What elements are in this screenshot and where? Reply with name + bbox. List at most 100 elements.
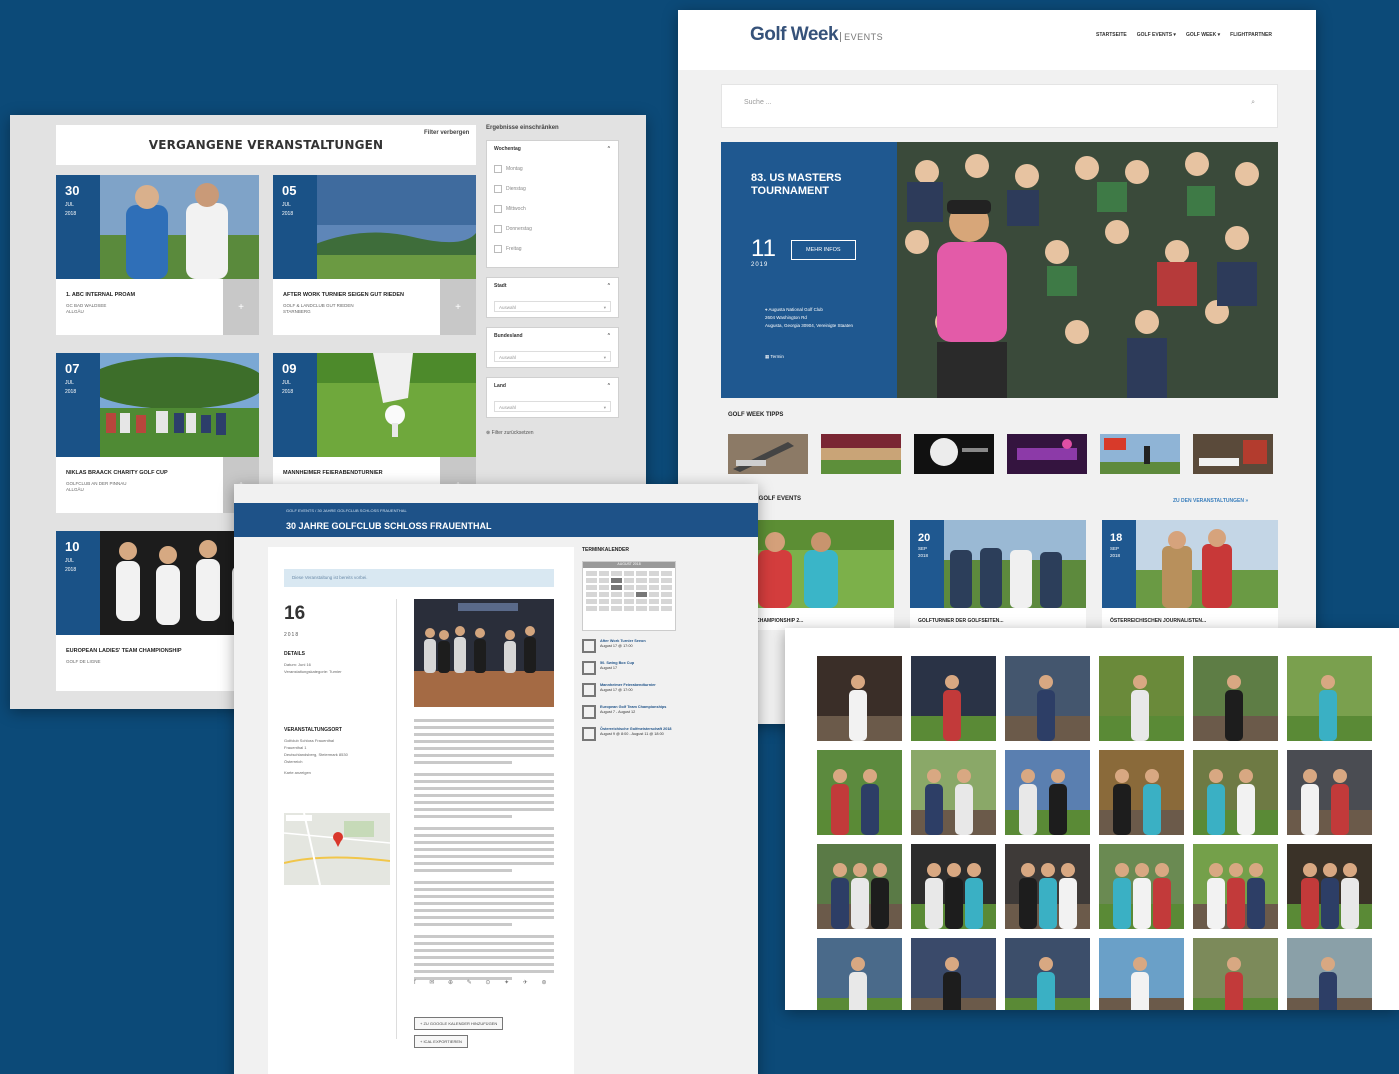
gallery-photo[interactable] [1099,750,1184,835]
upcoming-title: After Work Turnier Seeon [600,639,646,643]
tip-thumbnail[interactable] [1007,434,1087,474]
event-title[interactable]: 1. ABC INTERNAL PROAM [66,291,216,299]
hide-filter-link[interactable]: Filter verbergen [424,130,469,136]
tip-thumbnail[interactable] [1100,434,1180,474]
gallery-photo[interactable] [1005,938,1090,1010]
gallery-photo[interactable] [911,656,996,741]
all-events-link[interactable]: ZU DEN VERANSTALTUNGEN » [1173,498,1248,504]
event-title[interactable]: GOLFTURNIER DER GOLFSEITEN... [918,618,1004,624]
reset-filter-link[interactable]: ⊗ Filter zurücksetzen [486,430,619,436]
event-title[interactable]: EUROPEAN LADIES' TEAM CHAMPIONSHIP [66,647,216,655]
event-year: 2018 [1110,553,1121,558]
country-select[interactable]: Auswahl ▾ [494,401,611,412]
gallery-photo[interactable] [911,750,996,835]
gallery-photo[interactable] [1193,656,1278,741]
tip-thumbnail[interactable] [728,434,808,474]
hero-calendar-label: Termin [770,354,784,359]
gallery-photo[interactable] [911,938,996,1010]
gallery-photo[interactable] [911,844,996,929]
weekday-option[interactable]: Freitag [494,245,611,253]
chevron-up-icon[interactable]: ⌃ [607,146,611,152]
share-icons[interactable]: f ✉ ⊕ ✎ ⊙ ✦ ✈ ⊛ [414,979,553,986]
state-select[interactable]: Auswahl ▾ [494,351,611,362]
gallery-photo[interactable] [817,656,902,741]
breadcrumb[interactable]: GOLF EVENTS / 30 JAHRE GOLFCLUB SCHLOSS … [286,508,407,513]
venue-map[interactable] [284,813,390,885]
event-detail-main: Diese Veranstaltung ist bereits vorbei. … [268,547,574,1074]
ical-export-button[interactable]: + ICAL EXPORTIEREN [414,1035,468,1048]
event-card[interactable]: 18 SEP 2018 ÖSTERREICHISCHEN JOURNALISTEN.… [1102,520,1278,630]
weekday-option[interactable]: Montag [494,165,611,173]
plus-icon[interactable]: + [440,279,476,335]
search-icon[interactable]: ⌕ [1251,99,1255,113]
calendar-days[interactable] [583,568,675,614]
google-calendar-button[interactable]: + ZU GOOGLE KALENDER HINZUFÜGEN [414,1017,504,1030]
more-info-button[interactable]: MEHR INFOS [791,240,856,260]
gallery-photo[interactable] [1099,844,1184,929]
gallery-photo[interactable] [817,750,902,835]
event-photo[interactable] [414,599,554,707]
show-map-link[interactable]: Karte anzeigen [284,769,390,776]
upcoming-date: August 9 @ 8:00 - August 11 @ 18:00 [600,732,664,736]
event-card[interactable]: 05 JUL 2018 AFTER WORK TURNIER SEIGEN GU… [273,175,476,335]
upcoming-event[interactable]: Mannheimer Feierabendturnier August 17 @ … [582,683,676,697]
upcoming-title: Österreichische Golfmeisterschaft 2018 [600,727,672,731]
upcoming-event[interactable]: European Golf Team Championships August 7… [582,705,676,719]
weekday-label: Wochentag [494,146,521,152]
gallery-photo[interactable] [817,938,902,1010]
nav-item-home[interactable]: STARTSEITE [1096,32,1127,38]
filter-sidebar: Ergebnisse einschränken Wochentag ⌃ Monta… [486,125,619,436]
event-card[interactable]: 10 JUL 2018 EUROPEAN LADIES' TEAM CHAMPI… [56,531,259,691]
hero-banner[interactable]: 83. US MASTERS TOURNAMENT 11 2019 MEHR I… [721,142,1278,398]
gallery-photo[interactable] [1193,938,1278,1010]
tip-thumbnail[interactable] [1193,434,1273,474]
tip-thumbnail[interactable] [821,434,901,474]
event-card[interactable]: 07 JUL 2018 NIKLAS BRAACK CHARITY GOLF C… [56,353,259,513]
gallery-photo[interactable] [1005,750,1090,835]
event-day: 16 [284,603,306,624]
weekday-option[interactable]: Donnerstag [494,225,611,233]
weekday-option[interactable]: Mittwoch [494,205,611,213]
gallery-photo[interactable] [817,844,902,929]
nav-item-golf-week[interactable]: GOLF WEEK ▾ [1186,32,1220,38]
nav-item-golf-events[interactable]: GOLF EVENTS ▾ [1137,32,1176,38]
chevron-up-icon[interactable]: ⌃ [607,383,611,389]
hero-calendar[interactable]: ▦ Termin [765,354,784,360]
mini-calendar[interactable]: AUGUST 2018 [582,561,676,631]
gallery-photo[interactable] [1099,656,1184,741]
upcoming-event[interactable]: 50. Swing Box Cup August 17 [582,661,676,675]
event-month: SEP [918,546,928,551]
chevron-up-icon[interactable]: ⌃ [607,283,611,289]
event-title[interactable]: AFTER WORK TURNIER SEIGEN GUT RIEDEN [283,291,433,299]
gallery-photo[interactable] [1193,844,1278,929]
event-card[interactable]: 20 SEP 2018 GOLFTURNIER DER GOLFSEITEN... [910,520,1086,630]
calendar-icon [582,661,596,675]
tip-thumbnail[interactable] [914,434,994,474]
plus-icon[interactable]: + [223,279,259,335]
nav-item-flightpartner[interactable]: FLIGHTPARTNER [1230,32,1272,38]
upcoming-event[interactable]: Österreichische Golfmeisterschaft 2018 Au… [582,727,676,741]
weekday-option[interactable]: Dienstag [494,185,611,193]
gallery-photo[interactable] [1193,750,1278,835]
search-input[interactable]: Suche ... ⌕ [721,84,1278,128]
chevron-up-icon[interactable]: ⌃ [607,333,611,339]
event-title[interactable]: NIKLAS BRAACK CHARITY GOLF CUP [66,469,216,477]
city-select[interactable]: Auswahl ▾ [494,301,611,312]
gallery-photo[interactable] [1287,656,1372,741]
gallery-photo[interactable] [1287,844,1372,929]
upcoming-event[interactable]: After Work Turnier Seeon August 17 @ 17:0… [582,639,676,653]
column-divider [396,599,397,1039]
gallery-photo[interactable] [1099,938,1184,1010]
gallery-photo[interactable] [1005,656,1090,741]
event-title[interactable]: MANNHEIMER FEIERABENDTURNIER [283,469,433,477]
event-day: 18 [1110,532,1123,544]
gallery-photo[interactable] [1287,750,1372,835]
event-year: 2018 [282,389,294,395]
gallery-photo[interactable] [1005,844,1090,929]
site-logo[interactable]: Golf Week EVENTS [750,24,884,46]
gallery-photo[interactable] [1287,938,1372,1010]
filter-title: Ergebnisse einschränken [486,125,559,131]
logo-subtitle: EVENTS [840,32,884,42]
event-title[interactable]: ÖSTERREICHISCHEN JOURNALISTEN... [1110,618,1206,624]
event-card[interactable]: 30 JUL 2018 1. ABC INTERNAL PROAM GC BAD… [56,175,259,335]
